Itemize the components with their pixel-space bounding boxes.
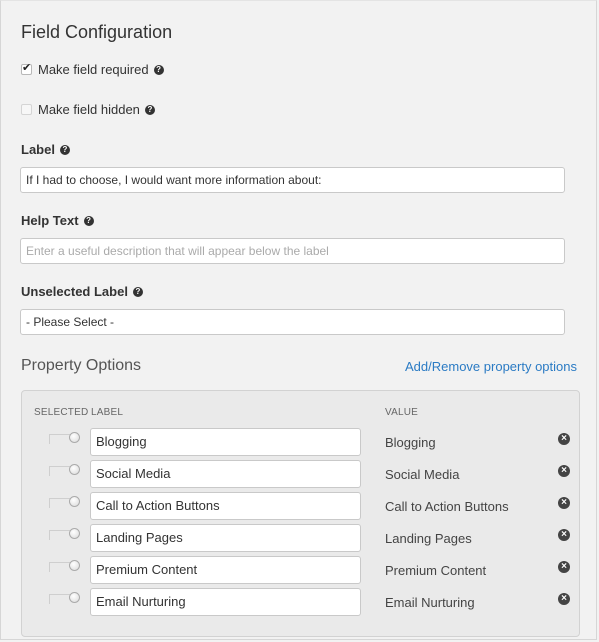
drag-handle[interactable]	[49, 530, 70, 540]
option-row: Social Media Social Media ×	[1, 460, 599, 488]
option-value: Premium Content	[385, 563, 487, 578]
unselected-label-heading: Unselected Label ?	[21, 284, 143, 299]
drag-handle[interactable]	[49, 594, 70, 604]
option-row: Email Nurturing Email Nurturing ×	[1, 588, 599, 616]
option-row: Blogging Blogging ×	[1, 428, 599, 456]
help-text-heading: Help Text ?	[21, 213, 94, 228]
value-column-header: VALUE	[385, 407, 419, 418]
option-selected-radio[interactable]	[69, 496, 80, 507]
label-column-header: LABEL	[91, 407, 124, 418]
drag-handle[interactable]	[49, 498, 70, 508]
make-required-checkbox[interactable]	[21, 61, 32, 75]
selected-column-header: SELECTED	[34, 407, 89, 418]
unselected-label-heading-text: Unselected Label	[21, 284, 128, 299]
remove-circle-icon[interactable]: ×	[558, 465, 570, 477]
question-circle-icon[interactable]: ?	[132, 286, 143, 297]
drag-handle[interactable]	[49, 562, 70, 572]
option-value: Social Media	[385, 467, 460, 482]
drag-handle[interactable]	[49, 434, 70, 444]
remove-circle-icon[interactable]: ×	[558, 529, 570, 541]
help-text-heading-text: Help Text	[21, 213, 79, 228]
option-row: Landing Pages Landing Pages ×	[1, 524, 599, 552]
option-label-input[interactable]: Call to Action Buttons	[90, 492, 361, 520]
remove-circle-icon[interactable]: ×	[558, 497, 570, 509]
remove-circle-icon[interactable]: ×	[558, 433, 570, 445]
question-circle-icon[interactable]: ?	[153, 64, 164, 75]
question-circle-icon[interactable]: ?	[144, 104, 155, 115]
option-selected-radio[interactable]	[69, 464, 80, 475]
question-circle-icon[interactable]: ?	[59, 144, 70, 155]
remove-circle-icon[interactable]: ×	[558, 593, 570, 605]
option-value: Email Nurturing	[385, 595, 475, 610]
add-remove-options-link[interactable]: Add/Remove property options	[405, 359, 577, 374]
label-field-heading: Label ?	[21, 142, 70, 157]
option-selected-radio[interactable]	[69, 560, 80, 571]
make-hidden-row[interactable]: Make field hidden ?	[21, 102, 155, 117]
make-required-label: Make field required	[38, 62, 149, 77]
label-field-heading-text: Label	[21, 142, 55, 157]
option-selected-radio[interactable]	[69, 528, 80, 539]
property-options-title: Property Options	[21, 357, 142, 374]
option-label-input[interactable]: Social Media	[90, 460, 361, 488]
option-label-input[interactable]: Email Nurturing	[90, 588, 361, 616]
make-required-row[interactable]: Make field required ?	[21, 61, 164, 77]
option-value: Call to Action Buttons	[385, 499, 509, 514]
option-label-input[interactable]: Premium Content	[90, 556, 361, 584]
option-label-input[interactable]: Blogging	[90, 428, 361, 456]
make-hidden-checkbox[interactable]	[21, 104, 32, 115]
option-row: Call to Action Buttons Call to Action Bu…	[1, 492, 599, 520]
option-row: Premium Content Premium Content ×	[1, 556, 599, 584]
option-value: Landing Pages	[385, 531, 472, 546]
option-selected-radio[interactable]	[69, 592, 80, 603]
label-input[interactable]: If I had to choose, I would want more in…	[20, 167, 565, 193]
unselected-label-input[interactable]: - Please Select -	[20, 309, 565, 335]
make-hidden-label: Make field hidden	[38, 102, 140, 117]
panel-title: Field Configuration	[21, 22, 173, 42]
option-value: Blogging	[385, 435, 436, 450]
option-label-input[interactable]: Landing Pages	[90, 524, 361, 552]
remove-circle-icon[interactable]: ×	[558, 561, 570, 573]
help-text-input[interactable]: Enter a useful description that will app…	[20, 238, 565, 264]
drag-handle[interactable]	[49, 466, 70, 476]
field-configuration-panel: Field Configuration Make field required …	[0, 0, 597, 640]
question-circle-icon[interactable]: ?	[83, 215, 94, 226]
option-selected-radio[interactable]	[69, 432, 80, 443]
